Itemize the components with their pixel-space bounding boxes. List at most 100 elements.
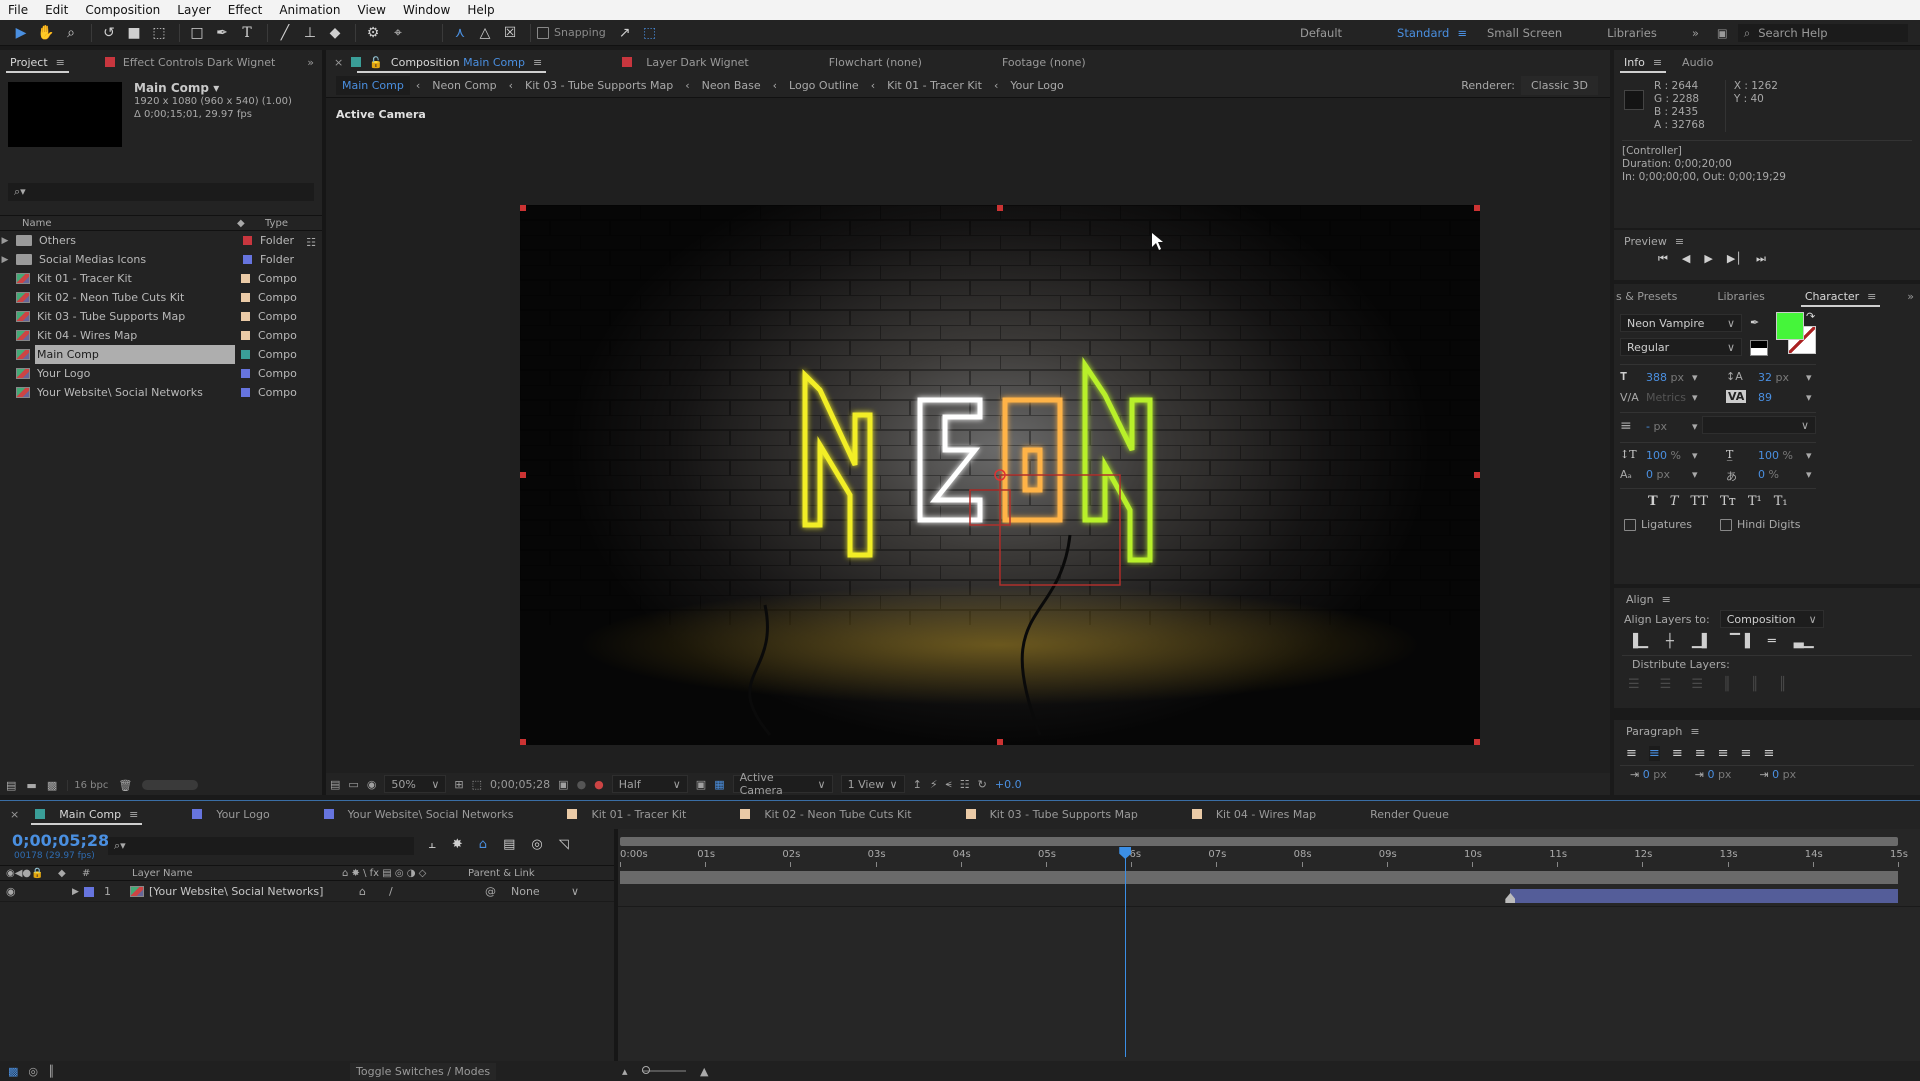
- distribute-top-icon[interactable]: ☰: [1628, 677, 1640, 692]
- project-item[interactable]: Main Comp Compo: [0, 345, 322, 364]
- quality-switch-icon[interactable]: /: [389, 885, 485, 898]
- align-vcenter-icon[interactable]: ═: [1768, 634, 1776, 649]
- expand-arrow-icon[interactable]: ▶: [0, 255, 10, 265]
- timeline-icon[interactable]: ⪪: [946, 777, 952, 791]
- show-snapshot-icon[interactable]: ●: [577, 778, 587, 791]
- composition-mini-flowchart-icon[interactable]: ⫠: [428, 837, 436, 852]
- flowchart-icon[interactable]: ☷: [306, 236, 316, 249]
- handle[interactable]: [1474, 205, 1480, 211]
- item-dropdown-icon[interactable]: ▾: [213, 81, 219, 95]
- label-color-swatch[interactable]: [241, 293, 250, 302]
- hindi-digits-checkbox[interactable]: [1719, 518, 1732, 531]
- layer-label-color[interactable]: [84, 886, 94, 897]
- layer-name[interactable]: [Your Website\ Social Networks]: [149, 885, 359, 898]
- layer-row[interactable]: ◉ ▶ 1 [Your Website\ Social Networks] ⌂ …: [0, 882, 614, 902]
- draft-3d-icon[interactable]: ✸: [452, 837, 463, 852]
- close-tab-icon[interactable]: ×: [10, 808, 19, 821]
- workspace-menu-icon[interactable]: ≡: [1457, 26, 1467, 40]
- project-item[interactable]: ▶ Others Folder: [0, 231, 322, 250]
- align-left-icon[interactable]: ▐▁: [1628, 634, 1648, 649]
- shy-layers-icon[interactable]: ⌂: [479, 837, 487, 852]
- workspace-libraries[interactable]: Libraries: [1607, 26, 1657, 40]
- timeline-tab[interactable]: Your Logo: [182, 802, 279, 826]
- project-item[interactable]: Your Logo Compo: [0, 364, 322, 383]
- black-white-swatch[interactable]: [1750, 340, 1768, 356]
- all-caps-button[interactable]: TT: [1690, 494, 1708, 509]
- project-item[interactable]: ▶ Social Medias Icons Folder: [0, 250, 322, 269]
- close-tab-icon[interactable]: ×: [334, 56, 343, 69]
- timeline-timecode[interactable]: 0;00;05;28: [12, 831, 109, 850]
- eyedropper-icon[interactable]: ✒: [1750, 316, 1759, 329]
- timeline-zoom-slider[interactable]: [642, 1066, 686, 1074]
- region-icon[interactable]: ⬚: [472, 778, 482, 791]
- leading-value[interactable]: 32: [1758, 371, 1772, 384]
- fast-preview-icon[interactable]: ⚡: [930, 778, 938, 791]
- handle[interactable]: [520, 739, 526, 745]
- always-preview-icon[interactable]: ▤: [330, 778, 340, 791]
- timeline-tab[interactable]: Kit 01 - Tracer Kit: [557, 802, 696, 826]
- selection-tool-icon[interactable]: ▶: [10, 23, 32, 43]
- tab-viewer-1[interactable]: Flowchart (none): [819, 50, 932, 74]
- pen-tool-icon[interactable]: ✒: [211, 23, 233, 43]
- font-size-value[interactable]: 388: [1646, 371, 1667, 384]
- grid-icon[interactable]: ▦: [714, 778, 724, 791]
- kerning-value[interactable]: Metrics: [1646, 391, 1686, 404]
- col-layer-name[interactable]: Layer Name: [132, 868, 342, 879]
- time-ruler[interactable]: 0:00s 01s 02s 03s 04s 05s 06s 07s 08s 09s 10s 11s 12…: [618, 847, 1920, 869]
- tab-viewer-0[interactable]: Layer Dark Wignet: [612, 50, 759, 74]
- breadcrumb-item[interactable]: Your Logo: [1004, 76, 1069, 95]
- camera-tool-icon[interactable]: ■: [123, 23, 145, 43]
- small-caps-button[interactable]: Tᴛ: [1720, 494, 1736, 509]
- exposure-reset-icon[interactable]: ↻: [978, 778, 987, 791]
- space-before-value[interactable]: 0: [1772, 768, 1779, 781]
- justify-all-icon[interactable]: ≡: [1763, 746, 1774, 761]
- breadcrumb-item[interactable]: Neon Base: [696, 76, 767, 95]
- next-frame-icon[interactable]: ▶│: [1727, 252, 1742, 266]
- type-tool-icon[interactable]: T: [236, 23, 258, 43]
- distribute-vcenter-icon[interactable]: ☰: [1660, 677, 1672, 692]
- motion-blur-icon[interactable]: ◎: [531, 837, 542, 852]
- new-comp-icon[interactable]: ▩: [47, 779, 57, 792]
- rectangle-tool-icon[interactable]: □: [186, 23, 208, 43]
- distribute-right-icon[interactable]: ║: [1779, 677, 1787, 692]
- hand-tool-icon[interactable]: ✋: [35, 23, 57, 43]
- tab-audio[interactable]: Audio: [1672, 50, 1723, 74]
- collapse-switch-icon[interactable]: ⌂: [359, 885, 389, 898]
- snap-feature-icon[interactable]: ⬚: [639, 23, 661, 43]
- font-style-dropdown[interactable]: Regular ∨: [1620, 338, 1742, 356]
- local-axis-icon[interactable]: ⋏: [449, 23, 471, 43]
- breadcrumb-item[interactable]: Kit 03 - Tube Supports Map: [519, 76, 679, 95]
- menu-file[interactable]: File: [8, 3, 28, 17]
- handle[interactable]: [997, 739, 1003, 745]
- layout-dropdown[interactable]: 1 View ∨: [840, 775, 905, 793]
- project-item[interactable]: Kit 03 - Tube Supports Map Compo: [0, 307, 322, 326]
- breadcrumb-item[interactable]: Main Comp: [336, 76, 410, 95]
- horizontal-scale-value[interactable]: 100: [1758, 449, 1779, 462]
- faux-italic-button[interactable]: T: [1670, 494, 1679, 509]
- flowchart-icon[interactable]: ☷: [960, 778, 970, 791]
- view-axis-icon[interactable]: ☒: [499, 23, 521, 43]
- prev-frame-icon[interactable]: ◀: [1682, 252, 1690, 266]
- menu-edit[interactable]: Edit: [45, 3, 68, 17]
- distribute-bottom-icon[interactable]: ☰: [1691, 677, 1703, 692]
- breadcrumb-item[interactable]: Logo Outline: [783, 76, 865, 95]
- swap-colors-icon[interactable]: ↷: [1806, 310, 1815, 323]
- label-color-swatch[interactable]: [241, 331, 250, 340]
- mask-icon[interactable]: ◉: [367, 778, 377, 791]
- superscript-button[interactable]: T¹: [1748, 494, 1762, 509]
- menu-window[interactable]: Window: [403, 3, 450, 17]
- snap-options-icon[interactable]: ↗: [614, 23, 636, 43]
- align-bottom-icon[interactable]: ▃▁: [1794, 634, 1814, 649]
- menu-layer[interactable]: Layer: [177, 3, 210, 17]
- last-frame-icon[interactable]: ⏭: [1756, 252, 1766, 266]
- project-item[interactable]: Your Website\ Social Networks Compo: [0, 383, 322, 402]
- distribute-hcenter-icon[interactable]: ║: [1751, 677, 1759, 692]
- expand-arrow-icon[interactable]: ▶: [0, 236, 10, 246]
- workspace-small-screen[interactable]: Small Screen: [1487, 26, 1562, 40]
- baseline-shift-value[interactable]: 0: [1646, 468, 1653, 481]
- timeline-tab[interactable]: Kit 02 - Neon Tube Cuts Kit: [730, 802, 921, 826]
- pickwhip-icon[interactable]: @: [485, 885, 505, 898]
- eraser-tool-icon[interactable]: ◆: [324, 23, 346, 43]
- transfer-controls-icon[interactable]: ◎: [28, 1065, 38, 1078]
- justify-last-right-icon[interactable]: ≡: [1741, 746, 1752, 761]
